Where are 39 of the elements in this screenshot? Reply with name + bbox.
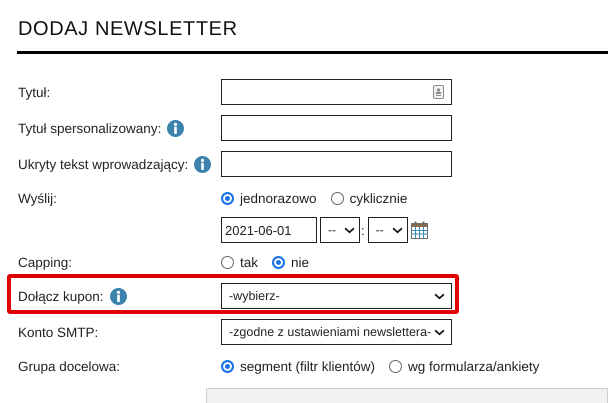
date-field[interactable]: 2021-06-01 [221, 217, 317, 243]
info-icon[interactable] [194, 156, 212, 172]
text-field[interactable] [221, 151, 452, 177]
page-title: DODAJ NEWSLETTER [17, 17, 239, 41]
radio-option[interactable]: cyklicznie [330, 190, 408, 206]
contact-card-icon[interactable] [433, 85, 444, 99]
chevron-icon [344, 226, 355, 234]
field-label: Capping: [18, 254, 72, 270]
dropdown-select[interactable]: -wybierz- [221, 283, 452, 309]
radio-button[interactable] [389, 360, 402, 372]
field-label: Wyślij: [18, 190, 57, 206]
chevron-icon [392, 226, 403, 234]
minute-select[interactable]: -- [368, 217, 408, 243]
time-separator: : [361, 222, 365, 238]
radio-button[interactable] [330, 192, 344, 204]
calendar-icon[interactable] [410, 221, 428, 239]
info-icon[interactable] [167, 120, 184, 136]
hour-select[interactable]: -- [320, 217, 360, 243]
field-label: Dołącz kupon: [18, 288, 104, 304]
dropdown-select[interactable]: -zgodne z ustawieniami newslettera- [221, 319, 452, 345]
radio-option[interactable]: jednorazowo [221, 190, 317, 206]
chevron-icon [434, 292, 445, 300]
field-label: Tytuł spersonalizowany: [18, 120, 162, 136]
field-label: Konto SMTP: [18, 324, 98, 340]
radio-option[interactable]: tak [221, 254, 258, 270]
radio-button[interactable] [221, 360, 234, 372]
info-icon[interactable] [110, 288, 127, 304]
chevron-icon [434, 328, 445, 336]
text-field[interactable] [221, 79, 452, 105]
radio-option[interactable]: nie [272, 254, 310, 270]
field-label: Grupa docelowa: [18, 358, 120, 374]
radio-button[interactable] [272, 256, 286, 268]
radio-button[interactable] [221, 192, 234, 204]
field-label: Ukryty tekst wprowadzający: [18, 156, 188, 172]
radio-button[interactable] [221, 256, 234, 268]
radio-option[interactable]: wg formularza/ankiety [389, 358, 540, 374]
text-field[interactable] [221, 115, 452, 141]
field-label: Tytuł: [18, 84, 50, 100]
radio-option[interactable]: segment (filtr klientów) [221, 358, 376, 374]
